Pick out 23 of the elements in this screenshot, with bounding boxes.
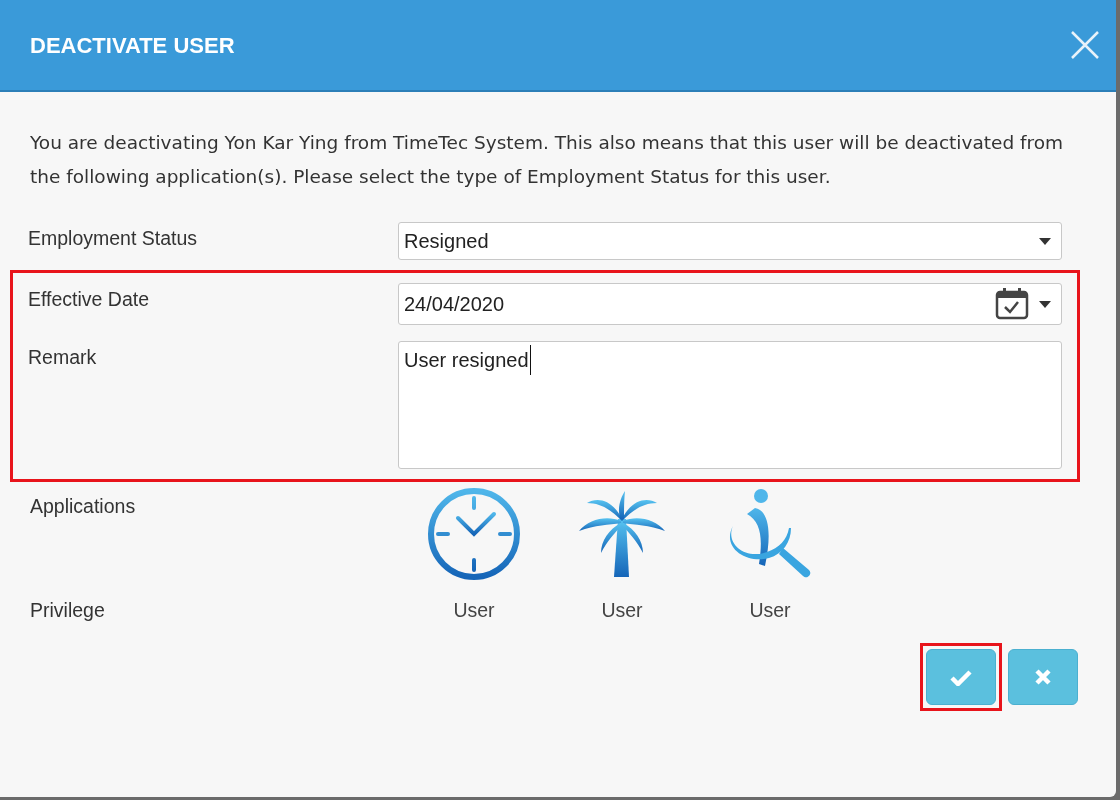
dialog-message: You are deactivating Yon Kar Ying from TimeTec System. This also means that this user will be deactivated from the following application(s). Please select the type of Employment Status for this user. [30, 131, 1065, 189]
close-icon [1035, 669, 1051, 686]
palm-tree-icon [577, 489, 667, 579]
calendar-icon[interactable] [995, 288, 1029, 320]
status-dropdown[interactable]: Resigned [398, 222, 1062, 260]
confirm-button[interactable] [926, 649, 996, 706]
caret-icon [1039, 300, 1051, 308]
privilege-text: User [601, 598, 643, 623]
remark-textarea[interactable]: User resigned [398, 341, 1062, 469]
checkmark-icon [950, 668, 972, 686]
cancel-button[interactable] [1008, 649, 1078, 706]
field-label: Employment Status [28, 226, 199, 251]
date-field[interactable]: 24/04/2020 [398, 283, 1062, 325]
field-label: Effective Date [28, 287, 151, 312]
field-label: Privilege [30, 598, 106, 623]
privilege-text: User [453, 598, 495, 623]
caret-icon [1039, 237, 1051, 245]
clock-icon [426, 486, 522, 582]
field-label: Remark [28, 345, 98, 370]
dialog-title: DEACTIVATE USER [30, 31, 235, 60]
close-icon[interactable] [1070, 30, 1100, 60]
privilege-text: User [749, 598, 791, 623]
field-label: Applications [30, 494, 137, 519]
